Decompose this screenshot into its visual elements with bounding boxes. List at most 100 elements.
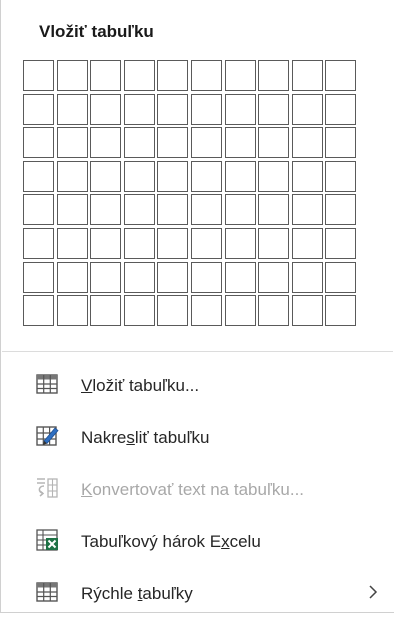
grid-cell[interactable] bbox=[224, 160, 256, 192]
grid-cell[interactable] bbox=[56, 127, 88, 159]
grid-cell[interactable] bbox=[190, 261, 222, 293]
grid-cell[interactable] bbox=[56, 227, 88, 259]
grid-cell[interactable] bbox=[190, 127, 222, 159]
excel-spreadsheet-label: Tabuľkový hárok Excelu bbox=[81, 532, 261, 551]
grid-cell[interactable] bbox=[157, 127, 189, 159]
grid-cell[interactable] bbox=[258, 127, 290, 159]
grid-cell[interactable] bbox=[157, 194, 189, 226]
grid-cell[interactable] bbox=[157, 295, 189, 327]
grid-cell[interactable] bbox=[157, 160, 189, 192]
grid-cell[interactable] bbox=[123, 160, 155, 192]
grid-cell[interactable] bbox=[123, 60, 155, 91]
grid-cell[interactable] bbox=[123, 295, 155, 327]
excel-spreadsheet-menu-item[interactable]: Tabuľkový hárok Excelu bbox=[1, 516, 395, 568]
table-size-grid[interactable] bbox=[23, 60, 359, 329]
grid-cell[interactable] bbox=[291, 227, 323, 259]
grid-cell[interactable] bbox=[90, 194, 122, 226]
grid-cell[interactable] bbox=[123, 93, 155, 125]
grid-cell[interactable] bbox=[224, 127, 256, 159]
grid-cell[interactable] bbox=[56, 93, 88, 125]
convert-text-icon bbox=[35, 476, 59, 500]
grid-cell[interactable] bbox=[224, 60, 256, 91]
grid-cell[interactable] bbox=[258, 194, 290, 226]
grid-cell[interactable] bbox=[325, 194, 357, 226]
insert-table-menu-item[interactable]: Vložiť tabuľku... bbox=[1, 360, 395, 412]
grid-cell[interactable] bbox=[291, 295, 323, 327]
grid-cell[interactable] bbox=[291, 93, 323, 125]
grid-cell[interactable] bbox=[258, 60, 290, 91]
grid-cell[interactable] bbox=[291, 60, 323, 91]
grid-cell[interactable] bbox=[291, 160, 323, 192]
grid-cell[interactable] bbox=[190, 227, 222, 259]
quick-tables-icon bbox=[35, 580, 59, 604]
grid-cell[interactable] bbox=[123, 227, 155, 259]
grid-cell[interactable] bbox=[224, 93, 256, 125]
draw-table-icon bbox=[35, 424, 59, 448]
grid-cell[interactable] bbox=[224, 227, 256, 259]
grid-cell[interactable] bbox=[258, 227, 290, 259]
grid-cell[interactable] bbox=[291, 261, 323, 293]
grid-cell[interactable] bbox=[190, 93, 222, 125]
grid-cell[interactable] bbox=[190, 194, 222, 226]
grid-cell[interactable] bbox=[325, 227, 357, 259]
grid-cell[interactable] bbox=[23, 261, 54, 293]
grid-cell[interactable] bbox=[325, 295, 357, 327]
grid-cell[interactable] bbox=[23, 227, 54, 259]
draw-table-label: Nakresliť tabuľku bbox=[81, 428, 210, 447]
grid-cell[interactable] bbox=[224, 295, 256, 327]
grid-cell[interactable] bbox=[90, 127, 122, 159]
grid-cell[interactable] bbox=[157, 60, 189, 91]
grid-cell[interactable] bbox=[23, 93, 54, 125]
grid-cell[interactable] bbox=[123, 127, 155, 159]
grid-cell[interactable] bbox=[56, 60, 88, 91]
grid-cell[interactable] bbox=[325, 60, 357, 91]
grid-cell[interactable] bbox=[56, 160, 88, 192]
quick-tables-label: Rýchle tabuľky bbox=[81, 584, 193, 603]
convert-text-to-table-menu-item[interactable]: Konvertovať text na tabuľku... bbox=[1, 464, 395, 516]
chevron-right-icon bbox=[367, 582, 379, 602]
grid-cell[interactable] bbox=[258, 261, 290, 293]
grid-cell[interactable] bbox=[325, 261, 357, 293]
grid-cell[interactable] bbox=[224, 194, 256, 226]
grid-cell[interactable] bbox=[23, 60, 54, 91]
grid-cell[interactable] bbox=[325, 93, 357, 125]
table-icon bbox=[35, 372, 59, 396]
grid-cell[interactable] bbox=[90, 60, 122, 91]
grid-cell[interactable] bbox=[190, 160, 222, 192]
convert-text-label: Konvertovať text na tabuľku... bbox=[81, 480, 305, 499]
grid-cell[interactable] bbox=[23, 127, 54, 159]
grid-cell[interactable] bbox=[258, 93, 290, 125]
grid-cell[interactable] bbox=[157, 261, 189, 293]
table-menu: Vložiť tabuľku... Nakresliť tabuľku Konv… bbox=[1, 360, 395, 620]
grid-cell[interactable] bbox=[90, 227, 122, 259]
grid-cell[interactable] bbox=[23, 194, 54, 226]
grid-cell[interactable] bbox=[325, 160, 357, 192]
grid-cell[interactable] bbox=[157, 93, 189, 125]
grid-cell[interactable] bbox=[224, 261, 256, 293]
grid-cell[interactable] bbox=[258, 295, 290, 327]
grid-cell[interactable] bbox=[23, 295, 54, 327]
grid-cell[interactable] bbox=[157, 227, 189, 259]
grid-cell[interactable] bbox=[190, 295, 222, 327]
draw-table-menu-item[interactable]: Nakresliť tabuľku bbox=[1, 412, 395, 464]
grid-cell[interactable] bbox=[90, 93, 122, 125]
grid-cell[interactable] bbox=[291, 127, 323, 159]
grid-cell[interactable] bbox=[56, 194, 88, 226]
quick-tables-menu-item[interactable]: Rýchle tabuľky bbox=[1, 568, 395, 620]
dropdown-title: Vložiť tabuľku bbox=[39, 22, 154, 41]
grid-cell[interactable] bbox=[90, 160, 122, 192]
grid-cell[interactable] bbox=[90, 261, 122, 293]
grid-cell[interactable] bbox=[123, 194, 155, 226]
grid-cell[interactable] bbox=[190, 60, 222, 91]
grid-cell[interactable] bbox=[90, 295, 122, 327]
grid-cell[interactable] bbox=[291, 194, 323, 226]
insert-table-label: Vložiť tabuľku... bbox=[81, 376, 200, 395]
grid-cell[interactable] bbox=[325, 127, 357, 159]
grid-cell[interactable] bbox=[56, 261, 88, 293]
grid-cell[interactable] bbox=[56, 295, 88, 327]
excel-sheet-icon bbox=[35, 528, 59, 552]
grid-cell[interactable] bbox=[23, 160, 54, 192]
grid-cell[interactable] bbox=[123, 261, 155, 293]
grid-cell[interactable] bbox=[258, 160, 290, 192]
insert-table-dropdown: Vložiť tabuľku Vložiť tabuľku... Nakresl… bbox=[0, 0, 394, 613]
